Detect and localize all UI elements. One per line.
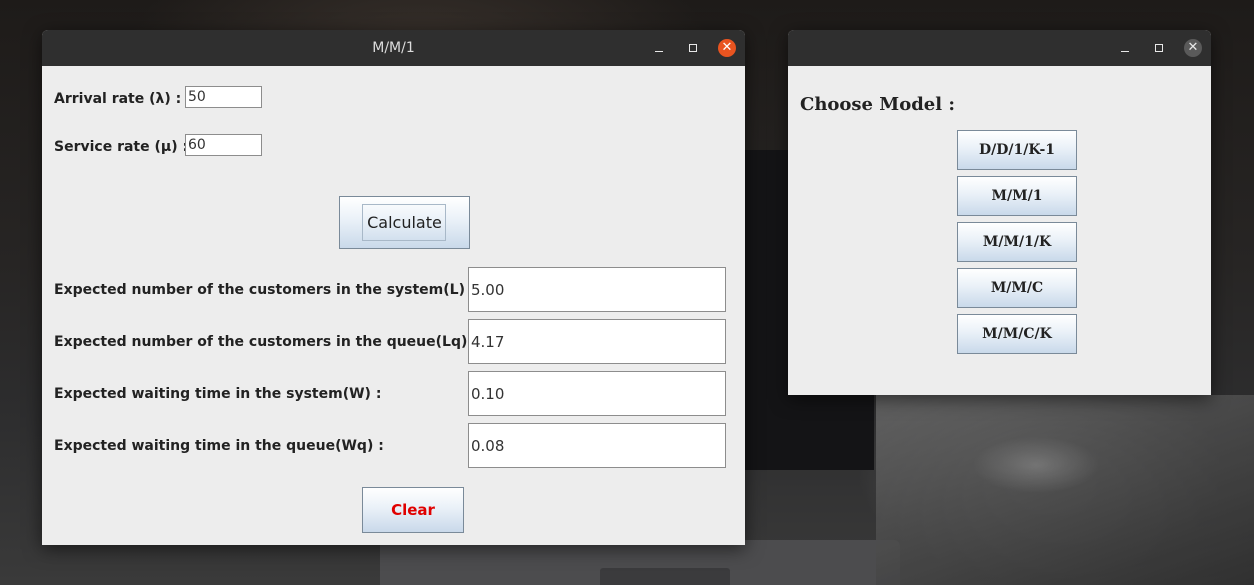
model-button-dd1k1[interactable]: D/D/1/K-1	[957, 130, 1077, 170]
close-icon[interactable]: ✕	[718, 39, 736, 57]
model-titlebar[interactable]: ✕	[788, 30, 1211, 66]
result-label-Lq: Expected number of the customers in the …	[54, 334, 478, 350]
model-button-mm1k[interactable]: M/M/1/K	[957, 222, 1077, 262]
service-rate-label: Service rate (μ) :	[54, 139, 189, 155]
minimize-icon[interactable]	[650, 39, 668, 57]
mm1-window: M/M/1 ✕ Arrival rate (λ) : Service rate …	[42, 30, 745, 545]
desktop-background: M/M/1 ✕ Arrival rate (λ) : Service rate …	[0, 0, 1254, 585]
result-label-Wq: Expected waiting time in the queue(Wq) :	[54, 438, 384, 454]
mm1-titlebar[interactable]: M/M/1 ✕	[42, 30, 745, 66]
result-field-W[interactable]	[468, 371, 726, 416]
arrival-rate-input[interactable]	[185, 86, 262, 108]
model-button-mmc[interactable]: M/M/C	[957, 268, 1077, 308]
calculate-button[interactable]: Calculate	[339, 196, 470, 249]
result-field-Wq[interactable]	[468, 423, 726, 468]
model-window: ✕ Choose Model : D/D/1/K-1 M/M/1 M/M/1/K…	[788, 30, 1211, 395]
result-label-W: Expected waiting time in the system(W) :	[54, 386, 382, 402]
model-button-mmck[interactable]: M/M/C/K	[957, 314, 1077, 354]
maximize-icon[interactable]	[684, 39, 702, 57]
background-stone-surface	[876, 395, 1254, 585]
arrival-rate-label: Arrival rate (λ) :	[54, 91, 182, 107]
close-icon[interactable]: ✕	[1184, 39, 1202, 57]
result-field-Lq[interactable]	[468, 319, 726, 364]
clear-button[interactable]: Clear	[362, 487, 464, 533]
maximize-icon[interactable]	[1150, 39, 1168, 57]
background-laptop-trackpad	[600, 568, 730, 585]
service-rate-input[interactable]	[185, 134, 262, 156]
result-field-L[interactable]	[468, 267, 726, 312]
model-button-mm1[interactable]: M/M/1	[957, 176, 1077, 216]
result-label-L: Expected number of the customers in the …	[54, 282, 476, 298]
choose-model-heading: Choose Model :	[800, 94, 955, 115]
calculate-button-label: Calculate	[367, 213, 442, 232]
mm1-window-title: M/M/1	[372, 40, 415, 56]
minimize-icon[interactable]	[1116, 39, 1134, 57]
